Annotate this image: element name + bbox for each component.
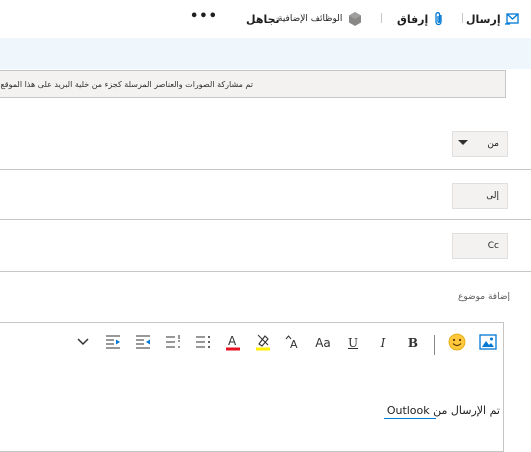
- chevron-down-icon: [76, 336, 90, 350]
- send-icon: [504, 12, 521, 26]
- bold-button[interactable]: B: [403, 333, 423, 353]
- highlight-button[interactable]: [253, 333, 273, 353]
- to-label: إلى: [486, 191, 499, 201]
- cc-label: Cc: [487, 241, 499, 251]
- decrease-indent-icon: [135, 334, 151, 353]
- chevron-down-icon[interactable]: [458, 140, 468, 145]
- bullet-list-icon: [195, 334, 211, 353]
- send-label: إرسال: [466, 12, 501, 26]
- addins-icon: [347, 11, 363, 27]
- underline-button[interactable]: U: [343, 333, 363, 353]
- message-body-editor[interactable]: B I U Aa A A: [0, 322, 504, 452]
- font-color-button[interactable]: A: [223, 333, 243, 353]
- header-band: [0, 38, 531, 69]
- emoji-icon: [448, 333, 466, 354]
- font-size-button[interactable]: Aa: [313, 333, 333, 353]
- cc-button[interactable]: Cc: [452, 233, 508, 259]
- addins-button[interactable]: الوظائف الإضافية: [278, 8, 363, 30]
- increase-indent-button[interactable]: [103, 333, 123, 353]
- italic-button[interactable]: I: [373, 333, 393, 353]
- svg-text:A: A: [290, 338, 298, 350]
- discard-label: تجاهل: [246, 12, 280, 26]
- picture-icon: [479, 333, 497, 353]
- from-label: من: [487, 139, 499, 149]
- divider: [0, 169, 531, 170]
- info-bar: تم مشاركة الصورات والعناصر المرسلة كجزء …: [0, 70, 506, 98]
- send-button[interactable]: إرسال: [466, 8, 524, 30]
- addins-label: الوظائف الإضافية: [278, 14, 343, 24]
- formatting-toolbar: B I U Aa A A: [0, 323, 505, 363]
- attach-button[interactable]: إرفاق: [397, 8, 443, 30]
- divider: [0, 271, 531, 272]
- signature-link-underline: [384, 418, 436, 419]
- to-button[interactable]: إلى: [452, 183, 508, 209]
- paperclip-icon: [434, 11, 444, 27]
- numbering-button[interactable]: [163, 333, 183, 353]
- toolbar-separator: [462, 13, 463, 23]
- svg-text:A: A: [228, 334, 237, 348]
- signature-text: تم الإرسال من Outlook: [386, 404, 500, 417]
- font-color-icon: A: [225, 333, 241, 354]
- toolbar-separator: [381, 13, 382, 23]
- discard-button[interactable]: تجاهل: [246, 8, 280, 30]
- highlighter-icon: [255, 333, 271, 354]
- info-bar-text: تم مشاركة الصورات والعناصر المرسلة كجزء …: [0, 79, 253, 89]
- subject-input[interactable]: إضافة موضوع: [430, 292, 510, 306]
- attach-label: إرفاق: [397, 12, 429, 26]
- bullets-button[interactable]: [193, 333, 213, 353]
- increase-indent-icon: [105, 334, 121, 353]
- command-bar: إرسال إرفاق الوظائف الإضافية تجاهل •••: [0, 0, 531, 38]
- divider: [0, 219, 531, 220]
- grow-font-button[interactable]: A: [283, 333, 303, 353]
- more-options-button[interactable]: •••: [190, 10, 217, 28]
- decrease-indent-button[interactable]: [133, 333, 153, 353]
- more-formatting-button[interactable]: [73, 333, 93, 353]
- toolbar-separator: [434, 335, 435, 355]
- emoji-button[interactable]: [447, 333, 467, 353]
- grow-font-icon: A: [285, 334, 301, 353]
- insert-picture-button[interactable]: [478, 333, 498, 353]
- numbered-list-icon: [165, 334, 181, 353]
